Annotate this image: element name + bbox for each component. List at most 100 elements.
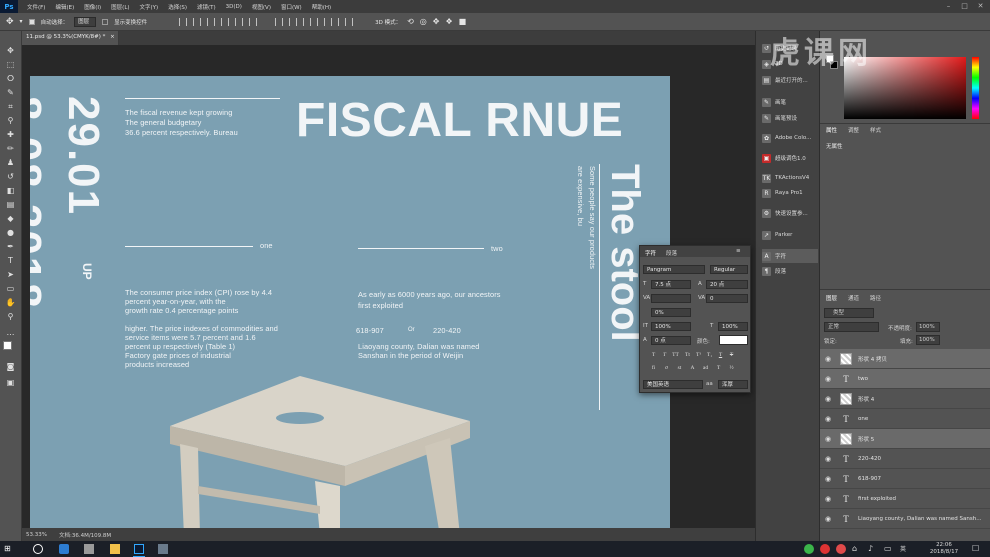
blur-tool-icon[interactable]: ◆ bbox=[5, 213, 16, 224]
tab-channels[interactable]: 通道 bbox=[848, 294, 859, 302]
layer-row[interactable]: ◉ T 618-907 bbox=[820, 469, 990, 489]
shape-tool-icon[interactable]: ▭ bbox=[5, 283, 16, 294]
foreground-color-swatch[interactable] bbox=[3, 341, 12, 350]
oldstyle-icon[interactable]: ơ bbox=[662, 364, 671, 373]
marquee-tool-icon[interactable]: ⬚ bbox=[5, 59, 16, 70]
faux-bold-icon[interactable]: T bbox=[649, 351, 658, 360]
align-top-icon[interactable] bbox=[179, 17, 188, 26]
label-one[interactable]: one bbox=[260, 241, 273, 250]
quick-select-tool-icon[interactable]: ✎ bbox=[5, 87, 16, 98]
layer-row[interactable]: ◉ Ttwo bbox=[820, 369, 990, 389]
hand-tool-icon[interactable]: ✋ bbox=[5, 297, 16, 308]
panel-menu-icon[interactable]: ≡ bbox=[736, 248, 741, 254]
layer-row[interactable]: ◉ T Liaoyang county, Dalian was named Sans… bbox=[820, 509, 990, 529]
kerning-input[interactable] bbox=[651, 294, 691, 303]
edge-icon[interactable] bbox=[59, 544, 69, 554]
layer-row[interactable]: ◉ Tfirst exploited bbox=[820, 489, 990, 509]
tab-properties[interactable]: 属性 bbox=[826, 126, 837, 134]
app-taskbar-icon[interactable] bbox=[158, 544, 168, 554]
range-2[interactable]: 220-420 bbox=[433, 326, 461, 335]
para1-line-1[interactable]: The consumer price index (CPI) rose by 4… bbox=[125, 288, 272, 297]
healing-tool-icon[interactable]: ✚ bbox=[5, 129, 16, 140]
panel-parker[interactable]: ↗ Parker bbox=[762, 228, 818, 242]
label-two[interactable]: two bbox=[491, 244, 503, 253]
eye-icon[interactable]: ◉ bbox=[820, 395, 836, 403]
para2-line-3[interactable]: percent up respectively (Table 1) bbox=[125, 342, 235, 351]
panel-brush[interactable]: ✎ 画笔 bbox=[762, 95, 818, 109]
ime-indicator[interactable]: 英 bbox=[900, 544, 906, 553]
maximize-button[interactable]: □ bbox=[960, 2, 969, 11]
battery-icon[interactable]: ▭ bbox=[884, 544, 894, 554]
lasso-tool-icon[interactable]: ⵔ bbox=[5, 73, 16, 84]
menu-view[interactable]: 视图(V) bbox=[247, 3, 276, 11]
notifications-icon[interactable]: ☐ bbox=[972, 544, 982, 554]
artboard[interactable]: 29.01 UP 8.08.2018 The fiscal revenue ke… bbox=[30, 76, 670, 528]
show-transform-checkbox[interactable] bbox=[102, 18, 109, 25]
eyedropper-tool-icon[interactable]: ⚲ bbox=[5, 115, 16, 126]
scale-input[interactable]: 0% bbox=[651, 308, 691, 317]
layer-row[interactable]: ◉ T 220-420 bbox=[820, 449, 990, 469]
network-icon[interactable]: ⌂ bbox=[852, 544, 862, 554]
font-size-input[interactable]: 7.5 点 bbox=[651, 280, 691, 289]
quick-mask-icon[interactable]: ◙ bbox=[5, 361, 16, 372]
minimize-button[interactable]: – bbox=[944, 2, 953, 11]
3d-rotate-icon[interactable]: ⟲ bbox=[407, 17, 414, 26]
tracking-input[interactable]: 0 bbox=[706, 294, 748, 303]
vertical-sub-line-2[interactable]: are expensive, bu bbox=[576, 166, 585, 226]
tab-character[interactable]: 字符 bbox=[645, 249, 656, 257]
distribute-top-icon[interactable] bbox=[275, 17, 284, 26]
panel-raya[interactable]: R Raya Pro1 bbox=[762, 186, 818, 200]
main-title[interactable]: FISCAL RNUE bbox=[296, 93, 623, 148]
para4-line-2[interactable]: Sanshan in the period of Weijin bbox=[358, 351, 463, 360]
para2-line-1[interactable]: higher. The price indexes of commodities… bbox=[125, 324, 278, 333]
leading-input[interactable]: 20 点 bbox=[706, 280, 748, 289]
blend-mode-dropdown[interactable]: 正常 bbox=[824, 322, 879, 332]
menu-type[interactable]: 文字(Y) bbox=[135, 3, 164, 11]
layer-filter-dropdown[interactable]: 类型 bbox=[824, 308, 874, 318]
intro-line-3[interactable]: 36.6 percent respectively. Bureau bbox=[125, 128, 238, 137]
underline-icon[interactable]: T bbox=[716, 351, 725, 360]
or-label[interactable]: Or bbox=[408, 327, 415, 333]
tray-app-icon[interactable] bbox=[820, 544, 830, 554]
baseline-input[interactable]: 0 点 bbox=[651, 336, 691, 345]
tab-layers[interactable]: 图层 bbox=[826, 294, 837, 302]
hue-slider[interactable] bbox=[972, 57, 979, 119]
ordinals-icon[interactable]: T bbox=[714, 364, 723, 373]
fractions-icon[interactable]: ½ bbox=[727, 364, 736, 373]
menu-edit[interactable]: 编辑(E) bbox=[50, 3, 79, 11]
vscale-input[interactable]: 100% bbox=[651, 322, 691, 331]
up-label[interactable]: UP bbox=[80, 263, 94, 280]
align-left-icon[interactable] bbox=[221, 17, 230, 26]
tab-paragraph[interactable]: 段落 bbox=[666, 249, 677, 257]
faux-italic-icon[interactable]: T bbox=[660, 351, 669, 360]
dodge-tool-icon[interactable]: ● bbox=[5, 227, 16, 238]
antialias-dropdown[interactable]: 浑厚 bbox=[718, 380, 748, 389]
eye-icon[interactable]: ◉ bbox=[820, 515, 836, 523]
menu-window[interactable]: 窗口(W) bbox=[276, 3, 307, 11]
volume-icon[interactable]: ♪ bbox=[868, 544, 878, 554]
panel-super-grade[interactable]: ▣ 超级调色1.0 bbox=[762, 151, 818, 165]
distribute-bottom-icon[interactable] bbox=[303, 17, 312, 26]
subscript-icon[interactable]: T₁ bbox=[705, 351, 714, 360]
date-partial-text[interactable]: 8.08.2018 bbox=[30, 96, 50, 310]
opacity-input[interactable]: 100% bbox=[916, 322, 940, 332]
distribute-right-icon[interactable] bbox=[345, 17, 354, 26]
language-dropdown[interactable]: 美国英语 bbox=[643, 380, 703, 389]
3d-scale-icon[interactable]: ■ bbox=[459, 17, 467, 26]
panel-character[interactable]: A 字符 bbox=[762, 249, 818, 263]
para4-line-1[interactable]: Liaoyang county, Dalian was named bbox=[358, 342, 479, 351]
tab-adjustments[interactable]: 调整 bbox=[848, 126, 859, 134]
intro-line-2[interactable]: The general budgetary bbox=[125, 118, 201, 127]
tool-preset-icon[interactable]: ▾ bbox=[20, 18, 23, 25]
small-caps-icon[interactable]: Tt bbox=[683, 351, 692, 360]
range-1[interactable]: 618-907 bbox=[356, 326, 384, 335]
3d-roll-icon[interactable]: ◎ bbox=[420, 17, 427, 26]
panel-brush-presets[interactable]: ✎ 画笔预设 bbox=[762, 111, 818, 125]
path-select-tool-icon[interactable]: ➤ bbox=[5, 269, 16, 280]
eye-icon[interactable]: ◉ bbox=[820, 375, 836, 383]
tray-app-icon[interactable] bbox=[836, 544, 846, 554]
para3-line-2[interactable]: first exploited bbox=[358, 301, 403, 310]
eye-icon[interactable]: ◉ bbox=[820, 495, 836, 503]
eye-icon[interactable]: ◉ bbox=[820, 475, 836, 483]
clock[interactable]: 22:06 2018/8/17 bbox=[922, 542, 966, 556]
